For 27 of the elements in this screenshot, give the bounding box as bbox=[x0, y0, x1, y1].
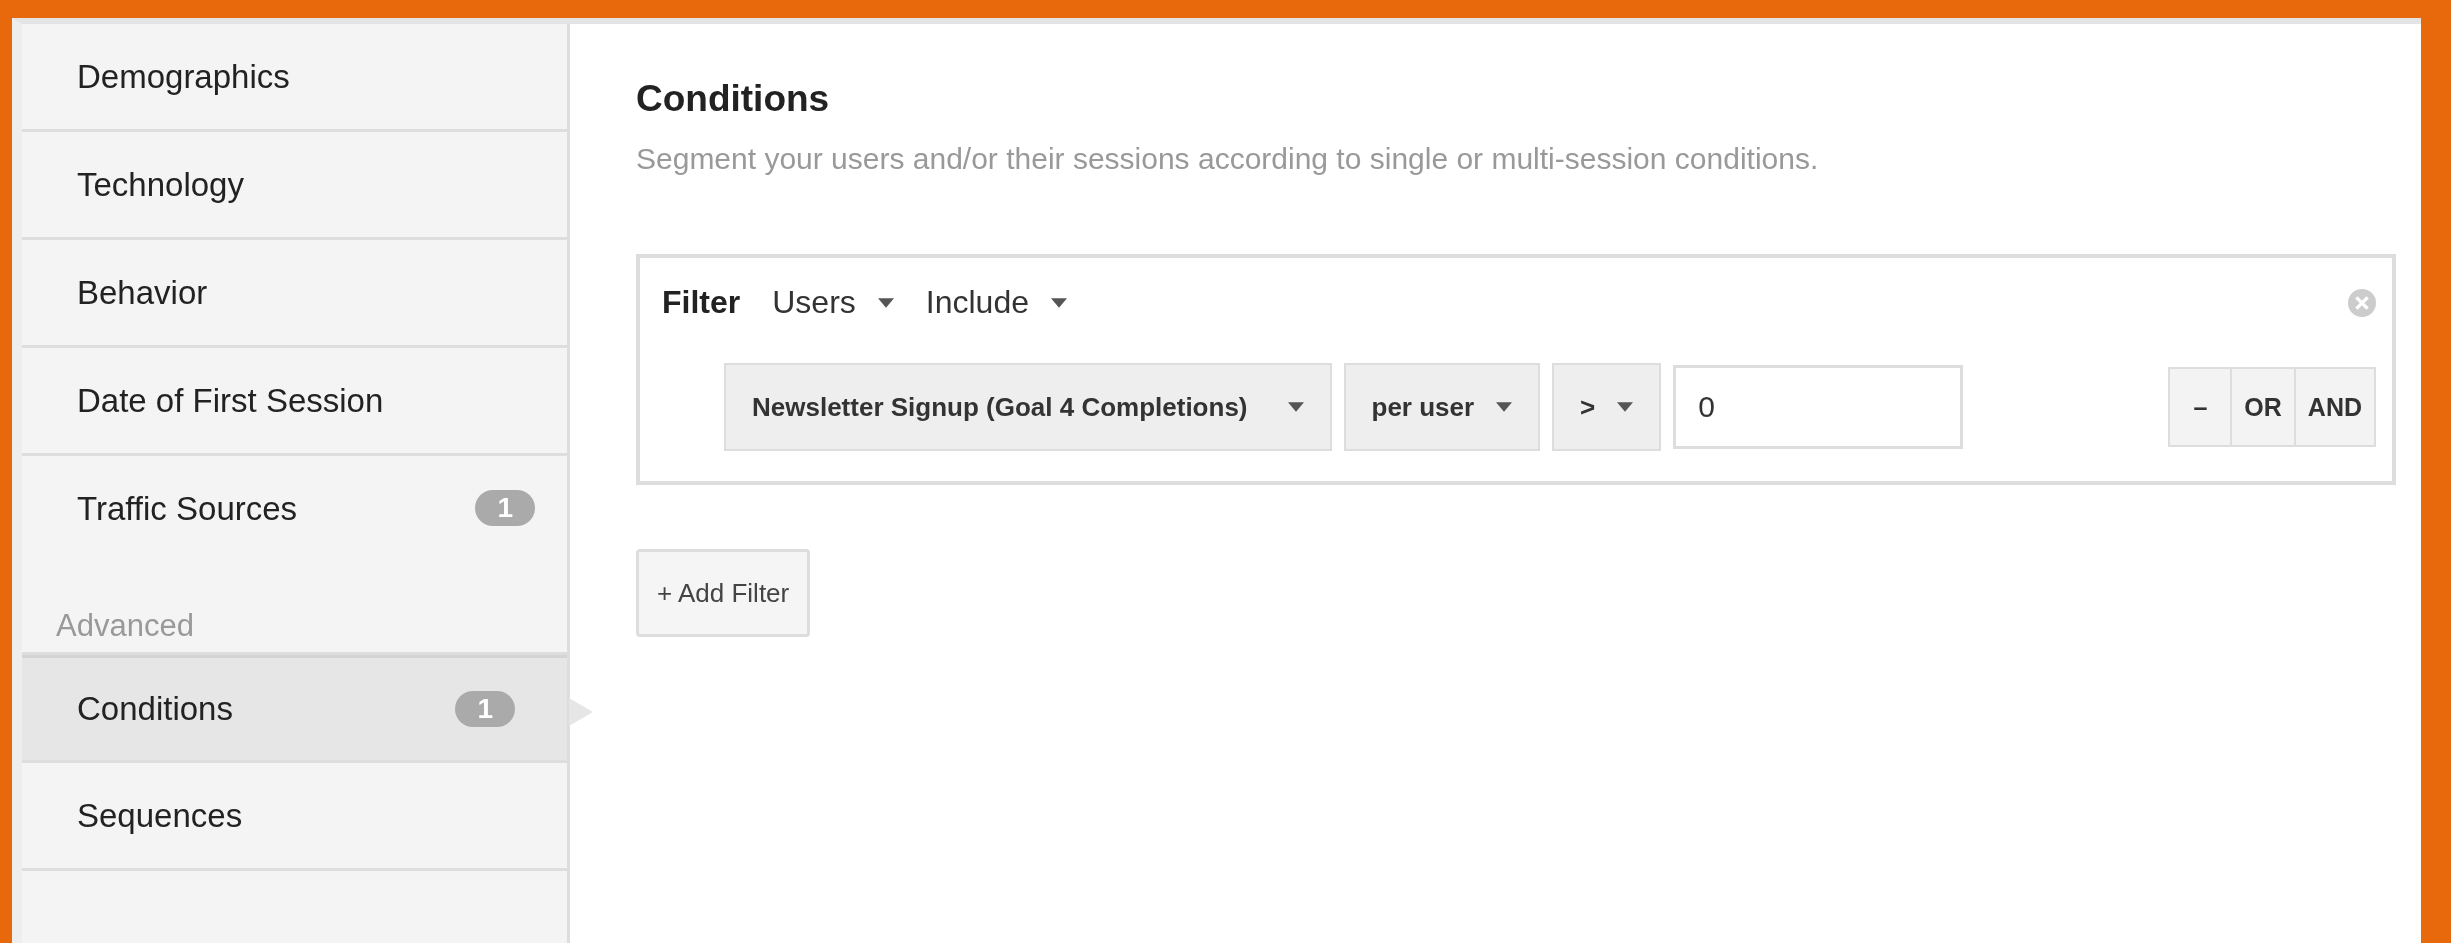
count-badge: 1 bbox=[475, 490, 535, 526]
caret-icon bbox=[1617, 402, 1634, 412]
close-icon[interactable] bbox=[2348, 288, 2376, 317]
logic-button[interactable]: – bbox=[2170, 369, 2231, 445]
caret-icon bbox=[1287, 402, 1304, 412]
filter-label: Filter bbox=[662, 284, 741, 321]
sidebar-item[interactable]: Sequences bbox=[22, 763, 567, 871]
operator-dropdown[interactable]: > bbox=[1552, 363, 1662, 451]
logic-button[interactable]: AND bbox=[2293, 369, 2374, 445]
sidebar-item[interactable]: Demographics bbox=[22, 24, 567, 132]
metric-dropdown[interactable]: Newsletter Signup (Goal 4 Completions) bbox=[724, 363, 1332, 451]
section-title: Conditions bbox=[636, 78, 831, 120]
sidebar-item[interactable]: Technology bbox=[22, 132, 567, 240]
caret-icon bbox=[1496, 402, 1513, 412]
add-filter-button[interactable]: + Add Filter bbox=[636, 549, 811, 637]
count-badge: 1 bbox=[455, 691, 515, 727]
caret-icon bbox=[1051, 297, 1067, 308]
per-dropdown[interactable]: per user bbox=[1343, 363, 1541, 451]
value-field[interactable]: 0 bbox=[1673, 365, 1964, 449]
caret-icon bbox=[877, 297, 894, 308]
logic-button[interactable]: OR bbox=[2230, 369, 2294, 445]
sidebar-item[interactable]: Behavior bbox=[22, 240, 567, 348]
section-description: Segment your users and/or their sessions according to single or multi-session conditions. bbox=[636, 142, 1820, 176]
scope-dropdown[interactable]: Users bbox=[772, 284, 894, 321]
sidebar-item[interactable]: Traffic Sources 1 bbox=[22, 456, 567, 596]
include-dropdown[interactable]: Include bbox=[925, 284, 1067, 321]
sidebar-item[interactable]: Date of First Session bbox=[22, 348, 567, 456]
